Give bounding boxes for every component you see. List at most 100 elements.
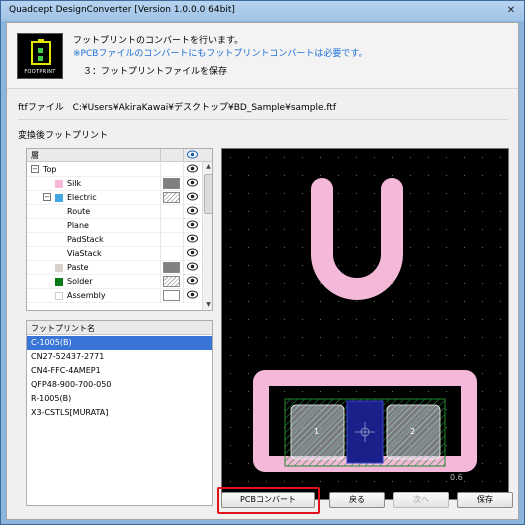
- layer-color-box[interactable]: [163, 192, 180, 203]
- pad-icon: [38, 48, 43, 53]
- layer-row[interactable]: Route: [27, 205, 201, 219]
- column-divider: [160, 261, 161, 275]
- layer-row[interactable]: Paste: [27, 261, 201, 275]
- save-button[interactable]: 保存: [457, 492, 513, 508]
- column-divider: [183, 163, 184, 177]
- logo-text: FOOTPRINT: [24, 69, 56, 75]
- layer-row[interactable]: Solder: [27, 275, 201, 289]
- layer-name: Assembly: [67, 291, 106, 300]
- eye-icon[interactable]: [185, 276, 199, 287]
- layer-row[interactable]: ViaStack: [27, 247, 201, 261]
- layer-color-box[interactable]: [163, 276, 180, 287]
- layer-name: Solder: [67, 277, 93, 286]
- title-bar[interactable]: Quadcept DesignConverter [Version 1.0.0.…: [1, 1, 524, 21]
- layer-name: Route: [67, 207, 91, 216]
- eye-icon[interactable]: [185, 234, 199, 245]
- footprint-column-header: フットプリント名: [31, 324, 95, 333]
- footprint-item[interactable]: QFP48-900-700-050: [27, 378, 212, 392]
- layer-name: Plane: [67, 221, 89, 230]
- back-button[interactable]: 戻る: [329, 492, 385, 508]
- corner-label: 0.6: [450, 473, 463, 482]
- pad-2-label: 2: [410, 427, 415, 436]
- file-label: ftfファイル: [18, 103, 64, 113]
- eye-icon[interactable]: [185, 192, 199, 203]
- column-divider: [160, 163, 161, 177]
- collapse-icon[interactable]: −: [43, 193, 51, 201]
- column-divider: [183, 247, 184, 261]
- layer-tree-header: 層: [27, 149, 212, 162]
- layer-row[interactable]: − Electric: [27, 191, 201, 205]
- layer-column-header: 層: [31, 151, 39, 160]
- layer-scrollbar[interactable]: ▲ ▼: [202, 162, 212, 310]
- pcb-convert-highlight: [217, 487, 320, 514]
- layer-tree[interactable]: 層 − Top Silk − Electric Route Plane PadStack Via…: [26, 148, 213, 311]
- layer-row[interactable]: PadStack: [27, 233, 201, 247]
- scroll-up-icon[interactable]: ▲: [204, 163, 212, 172]
- column-divider: [183, 261, 184, 275]
- eye-icon[interactable]: [185, 290, 199, 301]
- column-divider: [160, 289, 161, 303]
- scroll-down-icon[interactable]: ▼: [204, 301, 212, 310]
- column-divider: [183, 205, 184, 219]
- pad-icon: [38, 56, 43, 61]
- eye-icon[interactable]: [185, 248, 199, 259]
- footprint-list[interactable]: フットプリント名 C-1005(B) CN27-52437-2771 CN4-FFC…: [26, 320, 213, 506]
- footprint-item[interactable]: CN27-52437-2771: [27, 350, 212, 364]
- column-divider: [160, 149, 161, 162]
- divider: [18, 119, 508, 120]
- file-path-row: ftfファイル C:¥Users¥AkiraKawai¥デスクトップ¥BD_Sa…: [18, 100, 336, 113]
- window-title: Quadcept DesignConverter [Version 1.0.0.…: [9, 5, 235, 15]
- scroll-thumb[interactable]: [204, 174, 212, 214]
- wizard-header: FOOTPRINT フットプリントのコンバートを行います。 ※PCBファイルのコ…: [7, 23, 518, 89]
- eye-icon[interactable]: [187, 150, 198, 161]
- column-divider: [183, 177, 184, 191]
- layer-color-box[interactable]: [163, 178, 180, 189]
- column-divider: [183, 191, 184, 205]
- layer-swatch: [55, 264, 63, 272]
- layer-color-box[interactable]: [163, 290, 180, 301]
- column-divider: [160, 177, 161, 191]
- column-divider: [183, 289, 184, 303]
- header-note: ※PCBファイルのコンバートにもフットプリントコンバートは必要です。: [73, 49, 368, 59]
- app-window: Quadcept DesignConverter [Version 1.0.0.…: [0, 0, 525, 525]
- chip-icon: [31, 39, 51, 65]
- client-area: FOOTPRINT フットプリントのコンバートを行います。 ※PCBファイルのコ…: [6, 22, 519, 520]
- footprint-preview[interactable]: 1 2 0.6: [221, 148, 509, 500]
- header-step: ３：フットプリントファイルを保存: [83, 67, 228, 77]
- next-button[interactable]: 次へ: [393, 492, 449, 508]
- column-divider: [183, 219, 184, 233]
- layer-color-box[interactable]: [163, 262, 180, 273]
- layer-name: Top: [43, 165, 57, 174]
- footprint-item[interactable]: R-1005(B): [27, 392, 212, 406]
- layer-name: Paste: [67, 263, 89, 272]
- layer-name: ViaStack: [67, 249, 102, 258]
- footprint-item[interactable]: X3-CSTLS[MURATA]: [27, 406, 212, 420]
- layer-row[interactable]: Silk: [27, 177, 201, 191]
- layer-name: Silk: [67, 179, 82, 188]
- eye-icon[interactable]: [185, 206, 199, 217]
- column-divider: [160, 247, 161, 261]
- layer-swatch: [55, 292, 63, 300]
- footprint-item[interactable]: CN4-FFC-4AMEP1: [27, 364, 212, 378]
- column-divider: [160, 219, 161, 233]
- column-divider: [183, 233, 184, 247]
- layer-swatch: [55, 180, 63, 188]
- column-divider: [160, 191, 161, 205]
- layer-row[interactable]: Assembly: [27, 289, 201, 303]
- footprint-list-header: フットプリント名: [27, 321, 212, 335]
- layer-row[interactable]: Plane: [27, 219, 201, 233]
- collapse-icon[interactable]: −: [31, 165, 39, 173]
- file-path: C:¥Users¥AkiraKawai¥デスクトップ¥BD_Sample¥sam…: [72, 103, 337, 113]
- close-icon[interactable]: ✕: [504, 4, 518, 18]
- layer-name: Electric: [67, 193, 97, 202]
- footprint-item[interactable]: C-1005(B): [27, 336, 212, 350]
- eye-icon[interactable]: [185, 220, 199, 231]
- layer-row[interactable]: − Top: [27, 163, 201, 177]
- eye-icon[interactable]: [185, 178, 199, 189]
- column-divider: [160, 205, 161, 219]
- column-divider: [183, 149, 184, 162]
- eye-icon[interactable]: [185, 164, 199, 175]
- pad-1-label: 1: [314, 427, 319, 436]
- eye-icon[interactable]: [185, 262, 199, 273]
- column-divider: [160, 275, 161, 289]
